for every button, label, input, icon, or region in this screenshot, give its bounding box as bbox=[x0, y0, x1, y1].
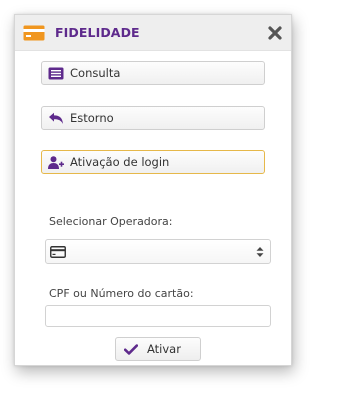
ativacao-login-button[interactable]: Ativação de login bbox=[41, 150, 265, 174]
list-icon bbox=[48, 67, 64, 80]
card-number-input[interactable] bbox=[45, 305, 271, 327]
ativar-label: Ativar bbox=[147, 342, 181, 356]
add-user-icon bbox=[48, 156, 64, 169]
operadora-select[interactable] bbox=[45, 239, 271, 264]
check-icon bbox=[124, 344, 138, 355]
operadora-label: Selecionar Operadora: bbox=[49, 215, 173, 228]
card-number-label: CPF ou Número do cartão: bbox=[49, 287, 194, 300]
consulta-button[interactable]: Consulta bbox=[41, 61, 265, 85]
credit-card-icon bbox=[50, 246, 66, 258]
close-icon[interactable] bbox=[267, 25, 283, 41]
sort-caret-icon bbox=[256, 247, 264, 257]
ativacao-login-label: Ativação de login bbox=[70, 155, 170, 169]
dialog-titlebar: FIDELIDADE bbox=[15, 15, 291, 51]
undo-arrow-icon bbox=[49, 112, 63, 124]
dialog-title: FIDELIDADE bbox=[55, 25, 140, 40]
estorno-label: Estorno bbox=[70, 111, 114, 125]
estorno-button[interactable]: Estorno bbox=[41, 106, 265, 130]
consulta-label: Consulta bbox=[70, 66, 121, 80]
ativar-button[interactable]: Ativar bbox=[115, 337, 201, 361]
credit-card-icon bbox=[23, 25, 45, 41]
fidelidade-dialog: FIDELIDADE Consulta Estorno Ativação de … bbox=[14, 14, 292, 366]
